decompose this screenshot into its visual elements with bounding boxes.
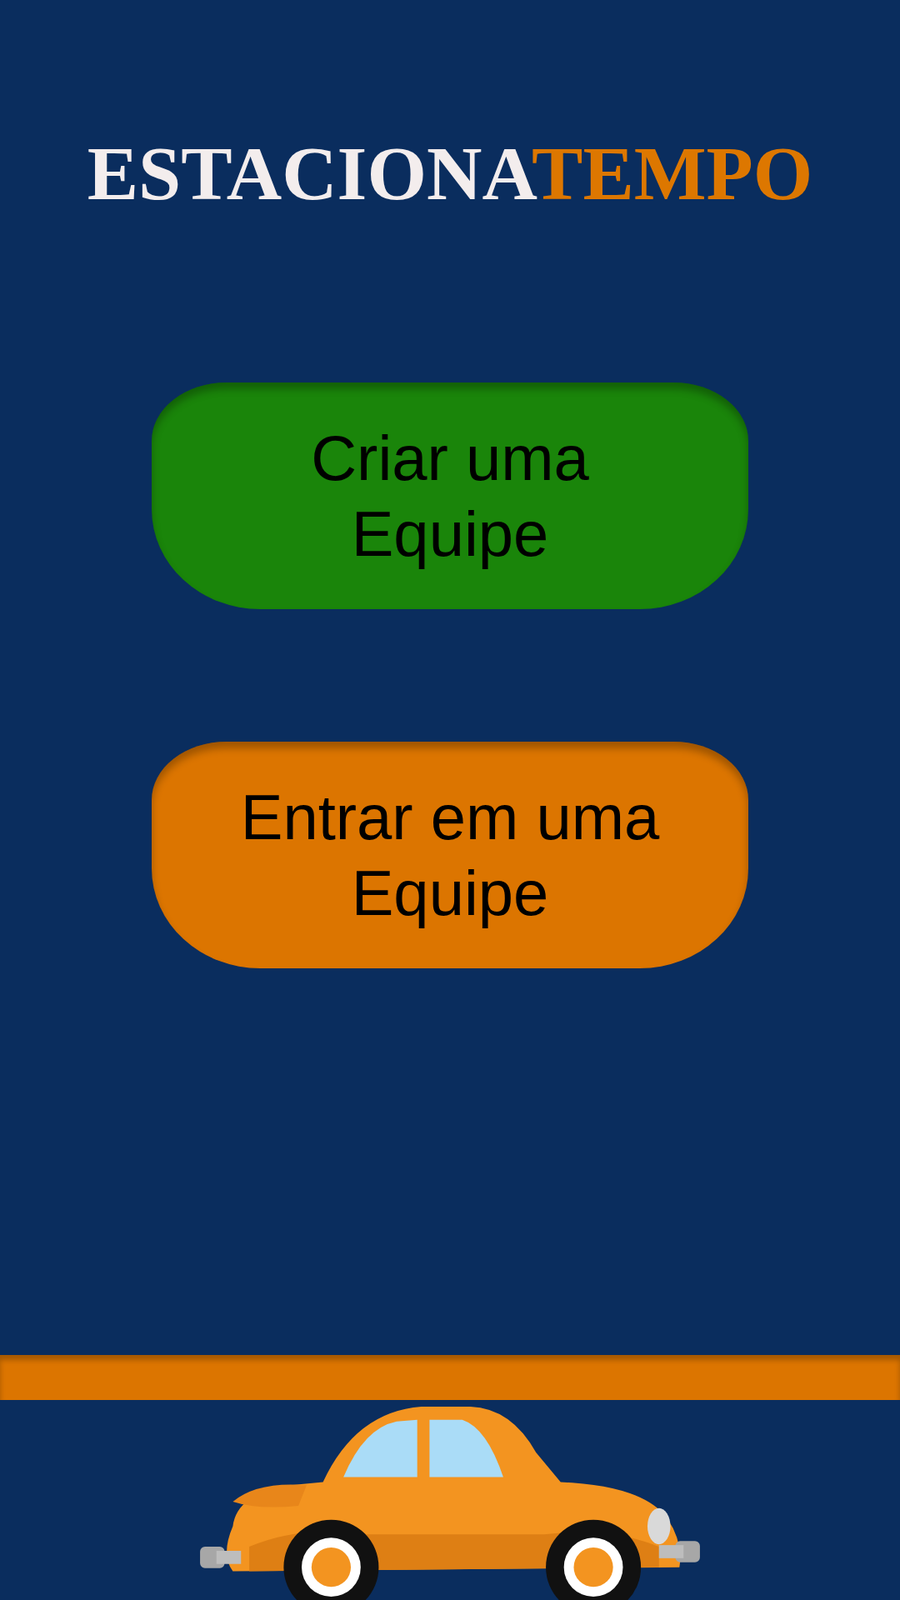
home-screen: ESTACIONATEMPO Criar uma Equipe Entrar em … [0, 0, 900, 1600]
car-icon [195, 1403, 705, 1600]
button-group: Criar uma Equipe Entrar em uma Equipe [151, 382, 749, 969]
team-button[interactable]: Entrar em uma Equipe [151, 741, 749, 969]
logo-second-word: TEMPO [531, 130, 813, 216]
button-label: Criar uma Equipe [220, 420, 680, 572]
road-stripe [0, 1355, 900, 1400]
button-label: Entrar em uma Equipe [220, 779, 680, 931]
team-button[interactable]: Criar uma Equipe [151, 382, 749, 610]
app-logo: ESTACIONATEMPO [87, 131, 814, 216]
car-area [0, 1400, 900, 1600]
logo-first-word: ESTACIONA [87, 130, 532, 216]
